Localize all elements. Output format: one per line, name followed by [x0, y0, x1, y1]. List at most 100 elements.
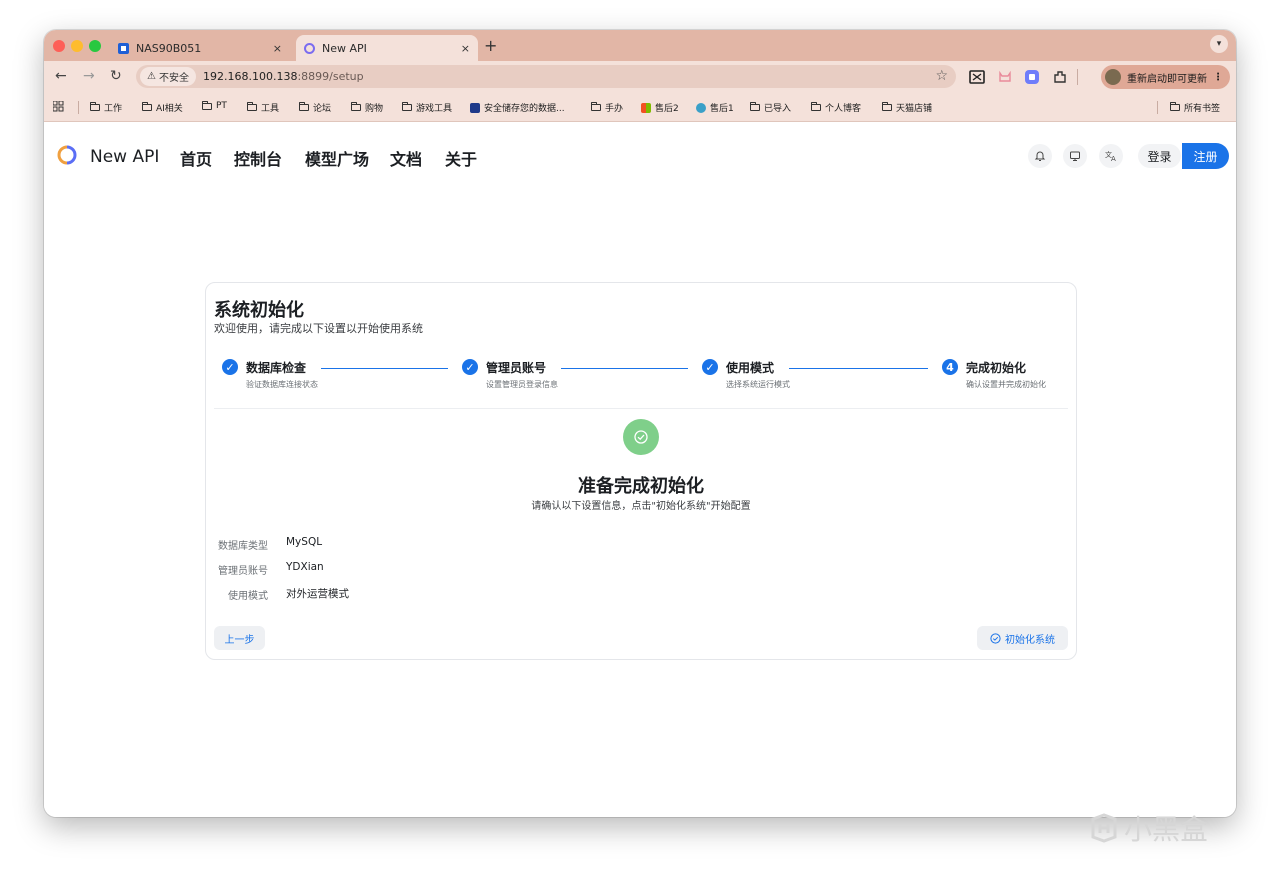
folder-icon [351, 102, 361, 111]
bookmarks-divider [78, 101, 79, 114]
screenshot-extension-icon[interactable] [969, 69, 985, 85]
tab-new-api[interactable]: New API × [296, 35, 478, 61]
bookmark-link[interactable]: 售后2 [641, 101, 679, 114]
back-arrow-icon[interactable]: ← [55, 68, 67, 84]
bookmark-folder[interactable]: AI相关 [142, 101, 183, 114]
minimize-window-button[interactable] [71, 40, 83, 52]
language-icon[interactable]: 文A [1099, 144, 1123, 168]
check-circle-icon [990, 632, 1001, 644]
ready-subtitle: 请确认以下设置信息，点击"初始化系统"开始配置 [531, 501, 751, 512]
initialize-system-button[interactable]: 初始化系统 [977, 626, 1068, 650]
step-label: 管理员账号 [486, 361, 547, 375]
page: New API 首页 控制台 模型广场 文档 关于 文A 登录 注册 系统初始化… [44, 122, 1236, 817]
step-connector [789, 368, 928, 369]
update-button[interactable]: 重新启动即可更新 ⋮ [1101, 65, 1230, 89]
previous-step-button[interactable]: 上一步 [214, 626, 265, 650]
bookmark-label: 个人博客 [825, 104, 862, 114]
bookmark-folder[interactable]: 个人博客 [811, 101, 861, 114]
bookmark-folder[interactable]: 论坛 [299, 101, 331, 114]
bookmark-folder[interactable]: 手办 [591, 101, 623, 114]
reload-icon[interactable]: ↻ [110, 68, 122, 84]
bookmark-folder[interactable]: 购物 [351, 101, 383, 114]
service-icon [696, 102, 706, 113]
folder-icon [90, 102, 100, 111]
register-button[interactable]: 注册 [1182, 143, 1229, 169]
tab-close-icon[interactable]: × [461, 42, 470, 55]
bookmark-folder[interactable]: 已导入 [750, 101, 791, 114]
new-api-logo-icon[interactable] [57, 145, 77, 165]
bookmark-folder[interactable]: 工作 [90, 101, 122, 114]
maximize-window-button[interactable] [89, 40, 101, 52]
setup-card: 系统初始化 欢迎使用，请完成以下设置以开始使用系统 ✓ 数据库检查 验证数据库连… [205, 282, 1077, 660]
apps-grid-icon[interactable] [53, 101, 64, 112]
heybox-logo-icon [1091, 813, 1117, 843]
nav-docs[interactable]: 文档 [390, 146, 422, 170]
bookmarks-bar: 工作 AI相关 PT 工具 论坛 购物 游戏工具 安全储存您的数据... 手办 … [44, 93, 1236, 122]
check-icon: ✓ [702, 359, 718, 375]
folder-icon [142, 102, 152, 111]
bookmark-folder[interactable]: 工具 [247, 101, 279, 114]
close-window-button[interactable] [53, 40, 65, 52]
nav-model-square[interactable]: 模型广场 [305, 146, 369, 170]
address-bar[interactable]: ⚠ 不安全 192.168.100.138:8899/setup ☆ [136, 65, 956, 88]
more-menu-icon[interactable]: ⋮ [1213, 72, 1223, 83]
summary-label: 管理员账号 [218, 566, 268, 577]
folder-icon [1170, 102, 1180, 111]
bookmark-label: 手办 [605, 104, 624, 114]
bookmark-label: 已导入 [764, 104, 792, 114]
bookmark-label: 购物 [365, 104, 384, 114]
nas-favicon-icon [118, 42, 129, 54]
summary-value: MySQL [286, 536, 323, 548]
bell-icon[interactable] [1028, 144, 1052, 168]
cat-extension-icon[interactable] [997, 69, 1013, 85]
step-connector [321, 368, 448, 369]
url-path: :8899/setup [297, 70, 364, 83]
nav-console[interactable]: 控制台 [234, 146, 282, 170]
monitor-icon[interactable] [1063, 144, 1087, 168]
nav-about[interactable]: 关于 [445, 146, 477, 170]
nav-home[interactable]: 首页 [180, 146, 212, 170]
extensions-puzzle-icon[interactable] [1052, 69, 1068, 85]
bookmark-star-icon[interactable]: ☆ [935, 68, 948, 84]
new-tab-button[interactable]: + [484, 36, 497, 55]
bookmark-label: 所有书签 [1184, 104, 1221, 114]
tab-nas[interactable]: NAS90B051 × [110, 35, 290, 61]
watermark-text: 小黑盒 [1124, 813, 1209, 846]
bookmark-label: PT [216, 101, 227, 111]
bookmark-link[interactable]: 安全储存您的数据... [470, 101, 565, 114]
summary-value: YDXian [286, 561, 324, 573]
summary-label: 数据库类型 [218, 541, 268, 552]
bookmark-label: 天猫店铺 [896, 104, 933, 114]
bookmark-label: 售后2 [655, 104, 679, 114]
login-button[interactable]: 登录 [1138, 144, 1181, 168]
bookmark-link[interactable]: 售后1 [696, 101, 734, 114]
step-desc: 验证数据库连接状态 [246, 380, 318, 389]
step-label: 数据库检查 [246, 361, 307, 375]
tab-title: New API [322, 41, 367, 55]
bookmark-folder[interactable]: PT [202, 100, 227, 111]
brand-name[interactable]: New API [90, 147, 159, 167]
bookmark-folder[interactable]: 天猫店铺 [882, 101, 932, 114]
divider [214, 408, 1068, 409]
bookmark-label: 游戏工具 [416, 104, 453, 114]
browser-window: NAS90B051 × New API × + ▾ ← → ↻ ⚠ 不安全 19… [44, 30, 1236, 817]
folder-icon [591, 102, 601, 111]
check-icon: ✓ [462, 359, 478, 375]
profile-avatar[interactable] [1105, 69, 1121, 85]
toolbar-divider [1077, 69, 1078, 85]
tab-close-icon[interactable]: × [273, 42, 282, 55]
bookmark-folder[interactable]: 游戏工具 [402, 101, 452, 114]
folder-icon [811, 102, 821, 111]
translate-extension-icon[interactable] [1024, 69, 1040, 85]
site-info-chip[interactable]: ⚠ 不安全 [140, 67, 196, 86]
step-desc: 设置管理员登录信息 [486, 380, 558, 389]
step-connector [561, 368, 688, 369]
all-bookmarks-folder[interactable]: 所有书签 [1170, 101, 1220, 114]
tab-title: NAS90B051 [136, 41, 202, 55]
forward-arrow-icon[interactable]: → [83, 68, 95, 84]
browser-toolbar: ← → ↻ ⚠ 不安全 192.168.100.138:8899/setup ☆… [44, 61, 1236, 93]
folder-icon [750, 102, 760, 111]
tab-search-chevron-icon[interactable]: ▾ [1210, 35, 1228, 53]
step-number: 4 [942, 359, 958, 375]
bookmark-label: AI相关 [156, 104, 183, 114]
